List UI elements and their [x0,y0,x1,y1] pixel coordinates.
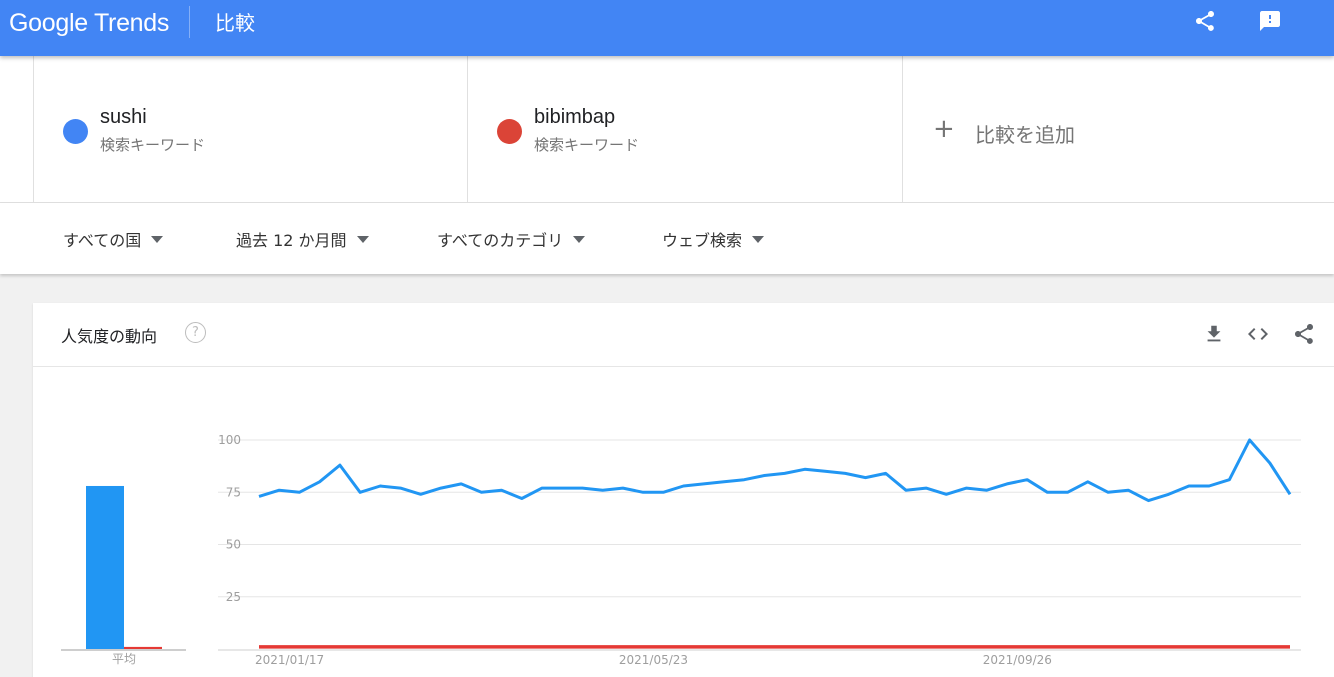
add-comparison-label: 比較を追加 [975,123,1075,147]
page-title: 比較 [215,11,255,35]
interest-over-time-card: 人気度の動向 ? 100 75 50 25 2021/01/17 2021/05/23 20… [33,303,1334,677]
term-type: 検索キーワード [100,136,206,154]
card-header: 人気度の動向 ? [33,303,1334,367]
x-tick-label: 2021/09/26 [983,653,1052,667]
feedback-icon[interactable] [1257,8,1283,34]
series-line-sushi [258,438,1292,503]
filter-label: ウェブ検索 [662,231,743,250]
average-label: 平均 [112,652,136,666]
dropdown-arrow-icon [752,235,765,243]
y-tick-label: 100 [218,433,241,447]
x-tick-label: 2021/01/17 [255,653,324,667]
google-trends-logo[interactable]: Google Trends [9,9,169,38]
country-filter-dropdown[interactable]: すべての国 [63,227,164,251]
series-color-dot [63,119,88,144]
average-bar-bibimbap [124,646,162,649]
plus-icon: + [933,114,955,144]
search-type-filter-dropdown[interactable]: ウェブ検索 [662,227,765,251]
top-app-bar: Google Trends 比較 [0,0,1334,56]
filter-label: 過去 12 か月間 [236,231,347,250]
header-divider [189,6,190,38]
dropdown-arrow-icon [151,235,164,243]
card-title: 人気度の動向 [61,327,158,346]
interest-chart[interactable]: 100 75 50 25 2021/01/17 2021/05/23 2021/09/26 平… [33,367,1334,677]
share-icon[interactable] [1291,321,1317,347]
y-tick-label: 75 [226,485,241,499]
add-comparison-button[interactable]: + 比較を追加 [902,56,1334,202]
embed-code-icon[interactable] [1245,321,1271,347]
filter-bar: すべての国 過去 12 か月間 すべてのカテゴリ ウェブ検索 [0,203,1334,274]
time-range-filter-dropdown[interactable]: 過去 12 か月間 [236,227,369,251]
term-type: 検索キーワード [534,136,640,154]
term-card-bibimbap[interactable]: bibimbap 検索キーワード [467,56,902,202]
download-icon[interactable] [1201,321,1227,347]
average-bar-sushi [86,485,124,649]
y-tick-label: 25 [226,590,241,604]
filter-label: すべての国 [63,231,142,250]
term-name: bibimbap [534,106,616,128]
series-color-dot [497,119,522,144]
filter-label: すべてのカテゴリ [437,231,564,250]
dropdown-arrow-icon [573,235,586,243]
help-icon[interactable]: ? [185,322,206,343]
term-card-sushi[interactable]: sushi 検索キーワード [33,56,468,202]
y-tick-label: 50 [226,538,241,552]
term-name: sushi [100,106,147,128]
category-filter-dropdown[interactable]: すべてのカテゴリ [437,227,586,251]
x-tick-label: 2021/05/23 [619,653,688,667]
search-terms-row: sushi 検索キーワード bibimbap 検索キーワード + 比較を追加 [0,56,1334,203]
dropdown-arrow-icon [356,235,369,243]
share-icon[interactable] [1192,8,1218,34]
